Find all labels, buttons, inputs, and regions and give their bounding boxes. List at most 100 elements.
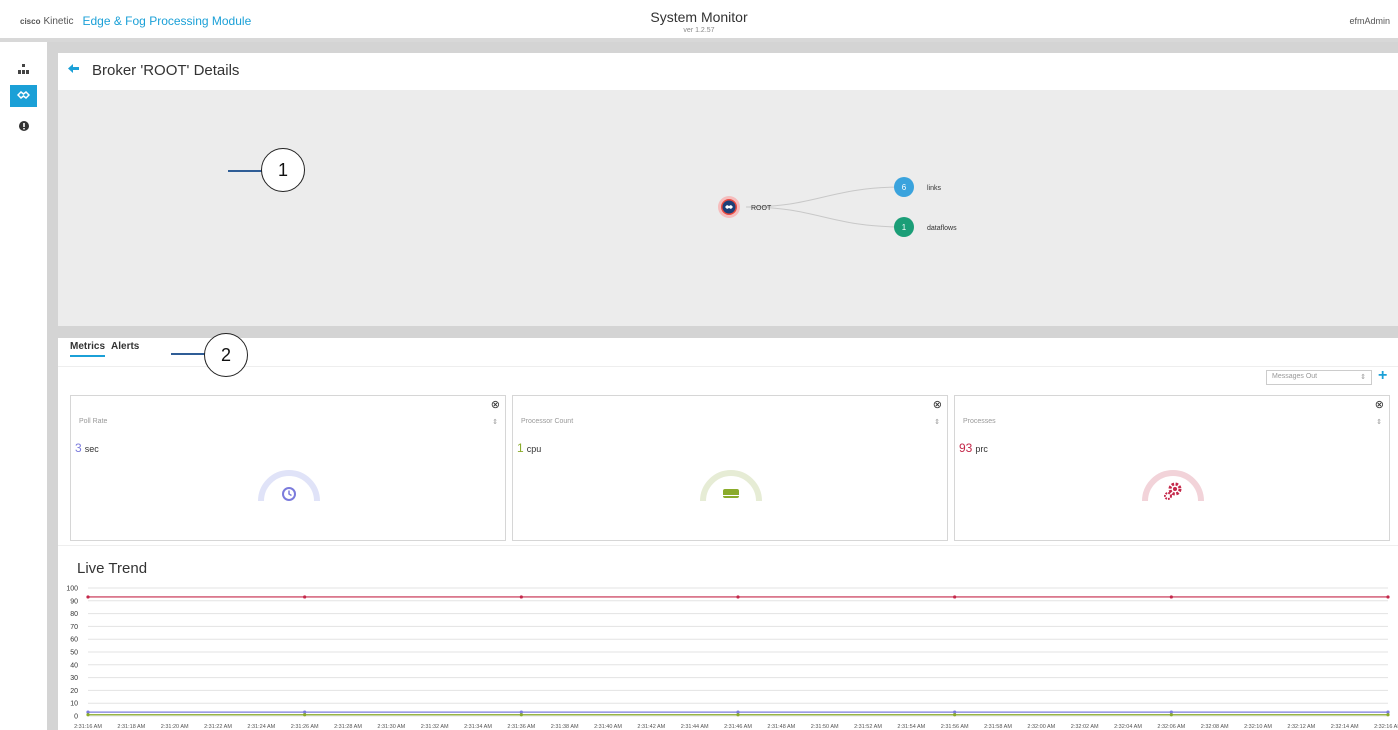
sort-icon[interactable]: ⇕ [492,418,498,426]
live-trend-chart: 0 10 20 30 40 50 60 70 80 90 100 2:31:16 AM 2:31:18 … [66,586,1398,730]
x-tick-label: 2:31:36 AM [507,724,535,730]
data-point[interactable] [953,595,957,599]
x-tick-label: 2:32:04 AM [1114,724,1142,730]
x-tick-label: 2:31:48 AM [767,724,795,730]
x-tick-label: 2:32:06 AM [1157,724,1185,730]
user-menu[interactable]: efmAdmin [1349,16,1390,26]
x-tick-label: 2:31:26 AM [291,724,319,730]
live-trend-title: Live Trend [77,560,148,577]
y-tick-label: 0 [74,714,78,721]
card-value: 93 prc [959,441,988,455]
data-point[interactable] [1386,595,1390,599]
links-node-label: links [927,185,942,192]
tab-divider [58,366,1398,367]
x-tick-label: 2:31:52 AM [854,724,882,730]
graph-canvas: ROOT 6 links 1 dataflows [718,177,957,237]
section-divider [58,545,1398,546]
data-point[interactable] [519,713,523,717]
x-tick-label: 2:31:54 AM [897,724,925,730]
x-tick-label: 2:31:18 AM [117,724,145,730]
x-tick-label: 2:32:16 AM [1374,724,1398,730]
data-point[interactable] [303,595,307,599]
links-node[interactable]: 6 [894,177,914,197]
x-tick-label: 2:32:00 AM [1027,724,1055,730]
clock-icon [282,487,296,501]
card-value-number: 93 [959,441,973,455]
root-node[interactable] [718,196,740,218]
cpu-icon [723,489,739,498]
x-tick-label: 2:31:38 AM [551,724,579,730]
page-header: Broker 'ROOT' Details [58,53,1398,90]
tab-alerts[interactable]: Alerts [111,341,139,357]
card-unit: cpu [526,444,542,454]
callout-1: 1 [261,148,305,192]
tab-metrics[interactable]: Metrics [70,341,106,357]
add-metric-button[interactable]: + [1378,367,1387,385]
data-point[interactable] [953,713,957,717]
close-icon[interactable]: ⊗ [1375,398,1384,411]
card-unit: prc [975,444,988,454]
arrow-left-icon [68,64,79,73]
topology-graph: ROOT 6 links 1 dataflows [58,90,1398,326]
card-title: Poll Rate [79,418,108,425]
x-tick-label: 2:31:24 AM [247,724,275,730]
x-tick-label: 2:31:44 AM [681,724,709,730]
callout-1-line [228,170,262,172]
data-point[interactable] [736,713,740,717]
card-value-number: 3 [75,441,82,455]
metric-select[interactable]: Messages Out ⇕ [1266,370,1372,385]
data-point[interactable] [1386,713,1390,717]
y-tick-label: 70 [70,624,78,631]
tab-bar: Metrics Alerts [70,341,139,357]
data-point[interactable] [1169,713,1173,717]
data-point[interactable] [519,595,523,599]
metric-card-poll-rate: ⊗ Poll Rate ⇕ 3 sec [70,395,506,541]
x-tick-label: 2:31:50 AM [811,724,839,730]
gauge [700,470,762,502]
x-tick-label: 2:31:34 AM [464,724,492,730]
x-tick-label: 2:32:14 AM [1331,724,1359,730]
gauge [258,470,320,502]
links-node-count: 6 [902,183,907,192]
metric-card-processor-count: ⊗ Processor Count ⇕ 1 cpu [512,395,948,541]
page-title: Broker 'ROOT' Details [92,62,240,79]
x-tick-label: 2:32:08 AM [1201,724,1229,730]
gears-icon [1164,482,1182,500]
card-title: Processor Count [521,418,574,425]
sidebar-item-alerts[interactable] [10,115,37,137]
x-tick-label: 2:31:22 AM [204,724,232,730]
y-tick-label: 60 [70,637,78,644]
data-point[interactable] [86,713,90,717]
card-unit: sec [84,444,99,454]
sidebar-item-broker[interactable] [10,85,37,107]
x-tick-label: 2:31:30 AM [377,724,405,730]
y-tick-label: 90 [70,598,78,605]
card-value-number: 1 [517,441,524,455]
hierarchy-icon [18,64,29,74]
graph-edge-links [745,186,905,208]
x-tick-label: 2:31:42 AM [637,724,665,730]
x-tick-label: 2:32:12 AM [1287,724,1315,730]
sidebar-item-hierarchy[interactable] [10,58,37,80]
x-tick-label: 2:31:32 AM [421,724,449,730]
x-tick-label: 2:31:40 AM [594,724,622,730]
data-point[interactable] [303,713,307,717]
sort-icon[interactable]: ⇕ [934,418,940,426]
close-icon[interactable]: ⊗ [933,398,942,411]
y-tick-label: 10 [70,701,78,708]
sidebar [0,42,47,730]
back-button[interactable] [68,64,79,76]
sort-icon[interactable]: ⇕ [1376,418,1382,426]
data-point[interactable] [1169,595,1173,599]
callout-2-line [171,353,205,355]
x-tick-label: 2:31:20 AM [161,724,189,730]
y-tick-label: 50 [70,650,78,657]
close-icon[interactable]: ⊗ [491,398,500,411]
data-point[interactable] [736,595,740,599]
alert-icon [18,121,29,131]
x-tick-label: 2:31:46 AM [724,724,752,730]
data-point[interactable] [86,595,90,599]
y-tick-label: 80 [70,611,78,618]
x-tick-label: 2:31:28 AM [334,724,362,730]
dataflows-node[interactable]: 1 [894,217,914,237]
